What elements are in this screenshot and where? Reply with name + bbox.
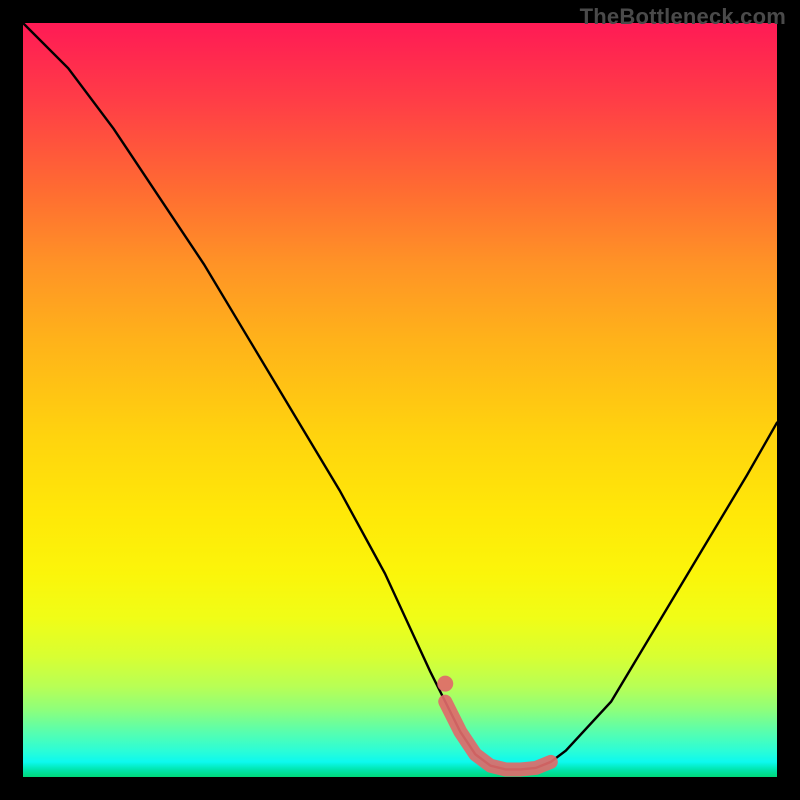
bottleneck-curve [23,23,777,769]
highlight-start-dot [437,676,453,692]
bottleneck-chart: TheBottleneck.com [0,0,800,800]
plot-area [23,23,777,777]
optimal-range-highlight [445,702,551,770]
watermark-text: TheBottleneck.com [580,4,786,30]
curve-layer [23,23,777,777]
